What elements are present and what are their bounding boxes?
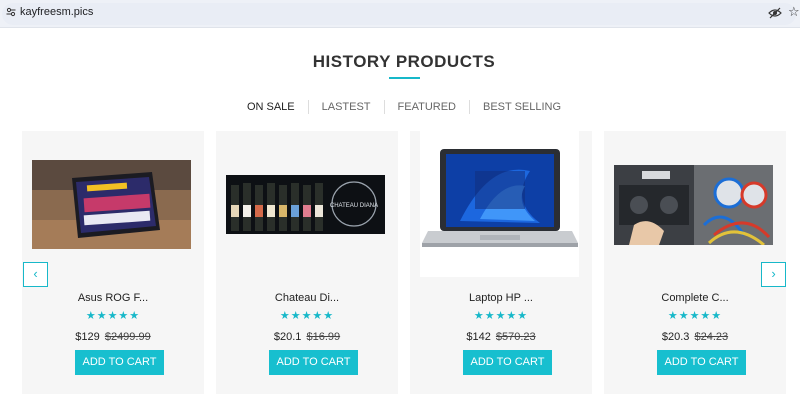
price: $142 $570.23	[410, 331, 592, 343]
product-card[interactable]: CHATEAU DIANA Chateau Di... ★★★★★ $20.1 …	[216, 131, 398, 394]
rating-stars: ★★★★★	[667, 310, 723, 322]
chevron-left-icon: ‹	[33, 266, 38, 281]
carousel-next-button[interactable]: ›	[761, 262, 786, 287]
product-tabs: ON SALE LASTEST FEATURED BEST SELLING	[0, 100, 800, 114]
product-name[interactable]: Chateau Di...	[216, 292, 398, 304]
price: $20.3 $24.23	[604, 331, 786, 343]
original-price: $570.23	[495, 331, 536, 343]
chevron-right-icon: ›	[771, 266, 776, 281]
eye-off-icon[interactable]	[768, 7, 782, 19]
original-price: $24.23	[694, 331, 729, 343]
rating-stars: ★★★★★	[279, 310, 335, 322]
url-text[interactable]: kayfreesm.pics	[20, 6, 93, 18]
product-name[interactable]: Asus ROG F...	[22, 292, 204, 304]
browser-address-bar: kayfreesm.pics ☆	[0, 0, 800, 28]
price: $20.1 $16.99	[216, 331, 398, 343]
sale-price: $129	[75, 331, 100, 343]
product-card[interactable]: Complete C... ★★★★★ $20.3 $24.23 ADD TO …	[604, 131, 786, 394]
tab-lastest[interactable]: LASTEST	[307, 100, 384, 114]
original-price: $2499.99	[104, 331, 151, 343]
original-price: $16.99	[306, 331, 341, 343]
sale-price: $142	[466, 331, 491, 343]
rating-stars: ★★★★★	[85, 310, 141, 322]
sale-price: $20.1	[273, 331, 302, 343]
add-to-cart-button[interactable]: ADD TO CART	[75, 350, 164, 375]
carousel-prev-button[interactable]: ‹	[23, 262, 48, 287]
add-to-cart-button[interactable]: ADD TO CART	[657, 350, 746, 375]
bookmark-star-icon[interactable]: ☆	[788, 5, 800, 19]
product-card[interactable]: Asus ROG F... ★★★★★ $129 $2499.99 ADD TO…	[22, 131, 204, 394]
rating-stars: ★★★★★	[473, 310, 529, 322]
site-info-icon[interactable]	[6, 7, 16, 17]
section-title: HISTORY PRODUCTS	[312, 52, 496, 71]
tab-on-sale[interactable]: ON SALE	[234, 100, 308, 114]
sale-price: $20.3	[661, 331, 690, 343]
tablet-product-image[interactable]	[32, 160, 191, 249]
product-name[interactable]: Complete C...	[604, 292, 786, 304]
price: $129 $2499.99	[22, 331, 204, 343]
add-to-cart-button[interactable]: ADD TO CART	[269, 350, 358, 375]
tab-best-selling[interactable]: BEST SELLING	[469, 100, 574, 114]
laptop-product-image[interactable]	[420, 131, 579, 277]
add-to-cart-button[interactable]: ADD TO CART	[463, 350, 552, 375]
banner-brand-text: CHATEAU DIANA	[330, 203, 378, 209]
product-name[interactable]: Laptop HP ...	[410, 292, 592, 304]
address-field[interactable]	[2, 3, 796, 25]
product-card[interactable]: Laptop HP ... ★★★★★ $142 $570.23 ADD TO …	[410, 131, 592, 394]
wine-bottles-banner-image[interactable]: CHATEAU DIANA	[226, 175, 385, 234]
tab-featured[interactable]: FEATURED	[383, 100, 469, 114]
car-ac-gauges-image[interactable]	[614, 165, 773, 245]
title-underline	[389, 77, 420, 79]
